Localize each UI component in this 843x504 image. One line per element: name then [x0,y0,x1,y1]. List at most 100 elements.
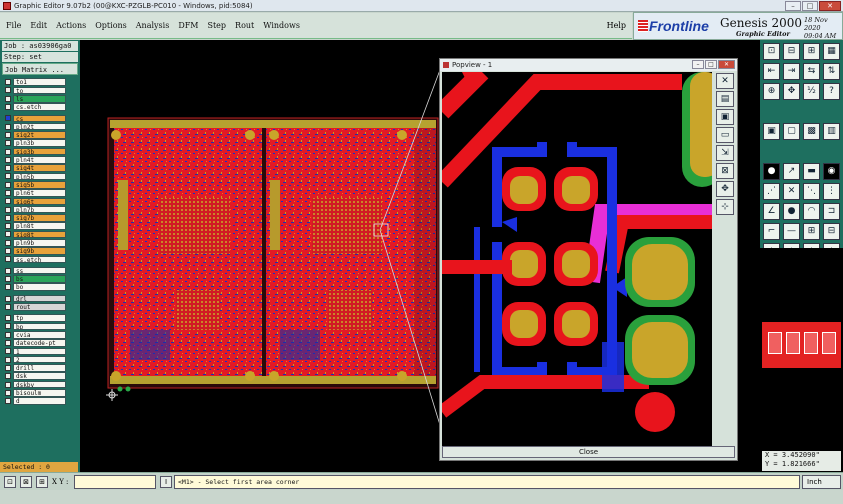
layer-visibility-checkbox[interactable] [5,381,11,388]
tool-button[interactable]: ⌐ [763,223,780,240]
popview-maximize-button[interactable]: □ [705,60,717,69]
menu-step[interactable]: Step [207,21,226,30]
layer-visibility-checkbox[interactable] [5,223,11,230]
tool-button[interactable]: ⇅ [823,63,840,80]
layer-row[interactable]: tp [2,314,80,322]
layer-visibility-checkbox[interactable] [5,131,11,138]
tool-button[interactable]: ↗ [783,163,800,180]
tool-button[interactable]: ⊟ [783,43,800,60]
xy-input[interactable] [74,475,156,489]
layer-row[interactable]: sig9b [2,247,80,255]
popview-tool-button[interactable]: ✕ [716,73,734,89]
layer-name[interactable]: bs [13,275,66,283]
layer-name[interactable]: bo [13,283,66,292]
layer-name[interactable]: cs.etch [13,103,66,111]
layer-row[interactable]: sig6t [2,197,80,206]
layer-visibility-checkbox[interactable] [5,256,11,263]
layer-row[interactable]: dsk [2,372,80,381]
tool-button[interactable]: ▬ [803,163,820,180]
popview-tool-button[interactable]: ▭ [716,127,734,143]
menu-actions[interactable]: Actions [56,21,86,30]
tool-button[interactable]: ⋱ [803,183,820,200]
popview-canvas[interactable] [442,72,712,447]
tool-button[interactable]: — [783,223,800,240]
grid-icon[interactable]: ⊠ [20,476,32,488]
layer-visibility-checkbox[interactable] [5,206,11,213]
tool-button[interactable]: ⊟ [823,223,840,240]
layer-name[interactable]: datecode-pt [13,339,66,347]
layer-name[interactable]: pln6t [13,189,66,197]
layer-name[interactable]: dsk [13,372,66,381]
menu-edit[interactable]: Edit [30,21,47,30]
layer-row[interactable]: cs.etch [2,103,80,111]
layer-visibility-checkbox[interactable] [5,295,11,302]
layer-name[interactable]: pln3b [13,139,66,148]
tool-button[interactable]: ½ [803,83,820,100]
layer-row[interactable]: bo [2,283,80,292]
layer-row[interactable]: sig3b [2,147,80,156]
layer-row[interactable]: to1 [2,78,80,86]
layer-visibility-checkbox[interactable] [5,104,11,111]
layer-name[interactable]: sig4t [13,164,66,172]
layer-name[interactable]: sig6t [13,197,66,206]
layer-row[interactable]: pln8t [2,222,80,230]
layer-row[interactable]: pln6t [2,189,80,197]
layer-row[interactable]: 2 [2,355,80,364]
layer-row[interactable]: ss.etch [2,255,80,264]
layer-name[interactable]: 1 [13,347,66,356]
popview-close-button[interactable]: Close [442,446,735,458]
tool-button[interactable]: ⊞ [803,223,820,240]
layer-row[interactable]: bisoulm [2,389,80,397]
layer-name[interactable]: pln9b [13,238,66,247]
layer-name[interactable]: ls [13,94,66,103]
layer-visibility-checkbox[interactable] [5,340,11,347]
layer-row[interactable]: bs [2,275,80,283]
layer-name[interactable]: cs [13,114,66,123]
tool-button[interactable]: ⋮ [823,183,840,200]
layer-visibility-checkbox[interactable] [5,348,11,355]
layer-visibility-checkbox[interactable] [5,198,11,205]
snap-icon[interactable]: ⊡ [4,476,16,488]
layer-row[interactable]: pln5b [2,172,80,181]
layer-visibility-checkbox[interactable] [5,87,11,94]
job-matrix-button[interactable]: Job Matrix ... [2,63,78,75]
measure-icon[interactable]: ⊞ [36,476,48,488]
menu-windows[interactable]: Windows [263,21,300,30]
layer-row[interactable]: sig8t [2,230,80,239]
layer-name[interactable]: ss.etch [13,255,66,264]
layer-name[interactable]: sig5b [13,180,66,189]
layer-name[interactable]: to [13,86,66,95]
maximize-button[interactable]: □ [802,1,818,11]
tool-button[interactable]: ▣ [763,123,780,140]
layer-name[interactable]: drl [13,294,66,303]
popview-window[interactable]: Popview - 1 – □ ✕ ✕ ▤ ▣ ▭ ⇲ ⊠ ✥ ⊹ Close [439,58,738,461]
tool-button[interactable]: ⇆ [803,63,820,80]
layer-visibility-checkbox[interactable] [5,248,11,255]
layer-name[interactable]: d [13,397,66,405]
popview-tool-button[interactable]: ⊠ [716,163,734,179]
menu-rout[interactable]: Rout [235,21,254,30]
layer-visibility-checkbox[interactable] [5,315,11,322]
tool-button[interactable]: ⊐ [823,203,840,220]
layer-name[interactable]: pln2t [13,122,66,131]
tool-button[interactable]: ∠ [763,203,780,220]
layer-row[interactable]: bp [2,322,80,331]
tool-button[interactable]: ▢ [783,123,800,140]
tool-button[interactable]: ● [763,163,780,180]
layer-name[interactable]: sig9b [13,247,66,255]
tool-button[interactable]: ? [823,83,840,100]
layer-visibility-checkbox[interactable] [5,173,11,180]
layer-row[interactable]: drl [2,294,80,303]
tool-button[interactable]: ✥ [783,83,800,100]
layer-name[interactable]: bp [13,322,66,331]
layer-visibility-checkbox[interactable] [5,123,11,130]
layer-name[interactable]: pln7b [13,205,66,214]
menu-options[interactable]: Options [95,21,127,30]
menu-help[interactable]: Help [607,21,626,30]
layer-visibility-checkbox[interactable] [5,181,11,188]
layer-visibility-checkbox[interactable] [5,95,11,102]
layer-row[interactable]: d [2,397,80,405]
layer-row[interactable]: cvia [2,330,80,339]
layer-visibility-checkbox[interactable] [5,115,11,122]
layer-row[interactable]: drill [2,364,80,372]
